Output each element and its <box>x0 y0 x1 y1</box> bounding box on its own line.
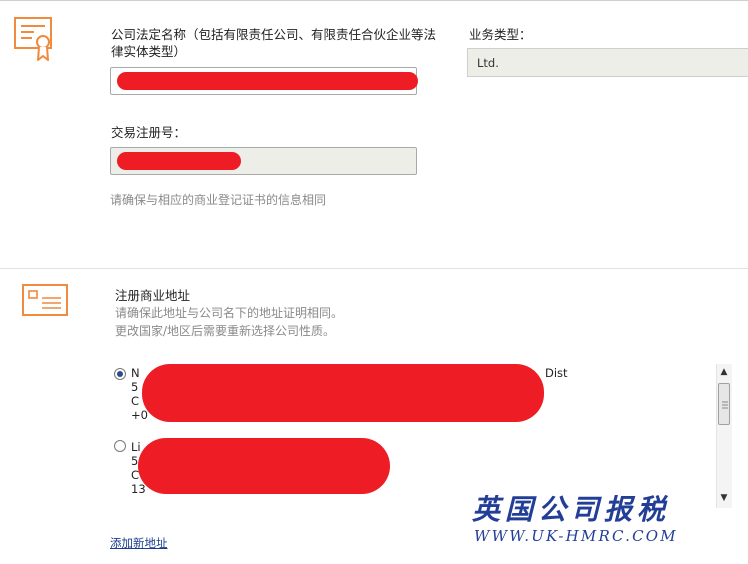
watermark-chinese: 英国公司报税 <box>472 493 671 526</box>
address-card-icon <box>22 284 68 316</box>
address-option-1-line3: C <box>131 394 140 408</box>
add-new-address-link[interactable]: 添加新地址 <box>110 535 168 551</box>
certificate-icon <box>12 16 56 64</box>
address-option-2-line1: Li <box>131 440 141 454</box>
address-option-1-line1-suffix: Dist <box>545 366 568 380</box>
watermark-url: WWW.UK-HMRC.COM <box>474 527 678 545</box>
business-type-label: 业务类型： <box>469 27 532 42</box>
legal-name-label: 公司法定名称（包括有限责任公司、有限责任合伙企业等法律实体类型） <box>111 27 437 59</box>
scrollbar-thumb[interactable] <box>718 383 730 425</box>
address-option-2-line4: 13 <box>131 482 146 496</box>
address-option-1-line1: N <box>131 366 140 380</box>
address-option-2-radio[interactable] <box>114 440 126 452</box>
registration-hint: 请确保与相应的商业登记证书的信息相同 <box>110 193 327 207</box>
legal-name-redaction <box>117 72 418 90</box>
address-option-1-radio[interactable] <box>114 368 126 380</box>
legal-name-input[interactable] <box>110 67 418 95</box>
registration-redaction <box>117 152 241 170</box>
scroll-up-icon[interactable]: ▲ <box>716 364 732 380</box>
registration-label: 交易注册号： <box>111 125 187 140</box>
address-hint-line2: 更改国家/地区后需要重新选择公司性质。 <box>115 324 336 338</box>
address-hint-line1: 请确保此地址与公司名下的地址证明相同。 <box>115 306 344 320</box>
address-option-1-redaction <box>142 364 544 422</box>
business-type-value: Ltd. <box>477 56 499 70</box>
registration-input[interactable] <box>110 147 417 175</box>
address-option-1-line4: +0 <box>131 408 148 422</box>
business-type-select[interactable]: Ltd. <box>467 48 748 77</box>
section-divider <box>0 268 748 269</box>
address-title: 注册商业地址 <box>115 288 191 303</box>
top-border <box>0 0 748 1</box>
address-option-2-redaction <box>138 438 390 494</box>
address-option-1-line2: 5 <box>131 380 139 394</box>
scroll-down-icon[interactable]: ▼ <box>716 490 732 506</box>
